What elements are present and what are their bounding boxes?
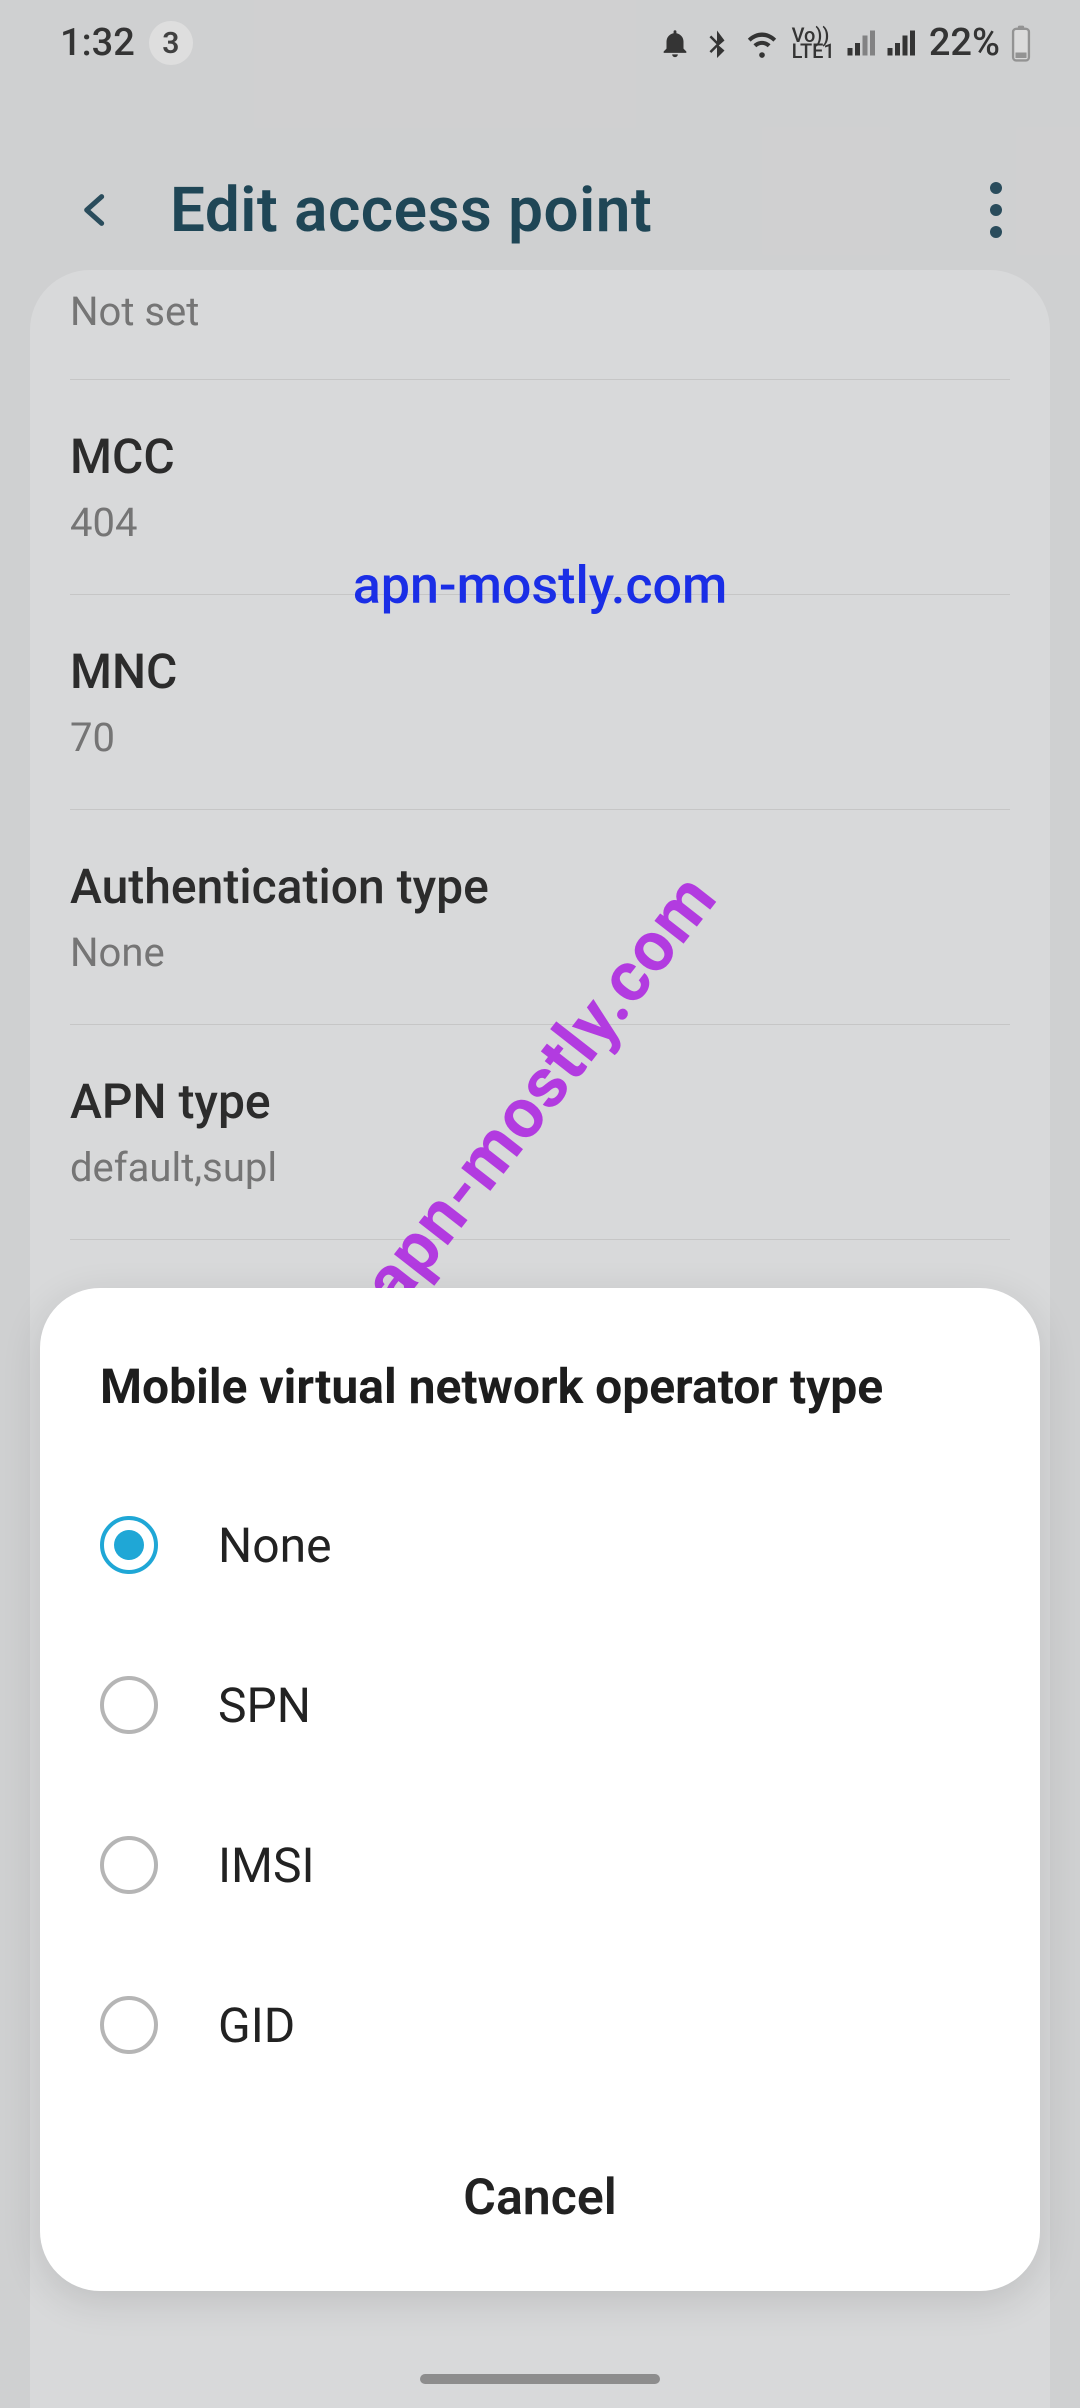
radio-label: SPN [218, 1677, 311, 1734]
radio-button-icon [100, 1836, 158, 1894]
gesture-nav-bar[interactable] [420, 2374, 660, 2384]
cancel-button[interactable]: Cancel [80, 2105, 1000, 2291]
radio-button-icon [100, 1996, 158, 2054]
radio-option-imsi[interactable]: IMSI [80, 1785, 1000, 1945]
radio-label: None [218, 1517, 332, 1574]
radio-label: IMSI [218, 1837, 315, 1894]
radio-option-spn[interactable]: SPN [80, 1625, 1000, 1785]
mvno-type-dialog: Mobile virtual network operator type Non… [40, 1288, 1040, 2291]
radio-option-none[interactable]: None [80, 1465, 1000, 1625]
radio-label: GID [218, 1997, 295, 2054]
dialog-title: Mobile virtual network operator type [80, 1358, 1000, 1465]
radio-button-icon [100, 1676, 158, 1734]
radio-button-icon [100, 1516, 158, 1574]
watermark-text: apn-mostly.com [353, 555, 728, 616]
radio-option-gid[interactable]: GID [80, 1945, 1000, 2105]
